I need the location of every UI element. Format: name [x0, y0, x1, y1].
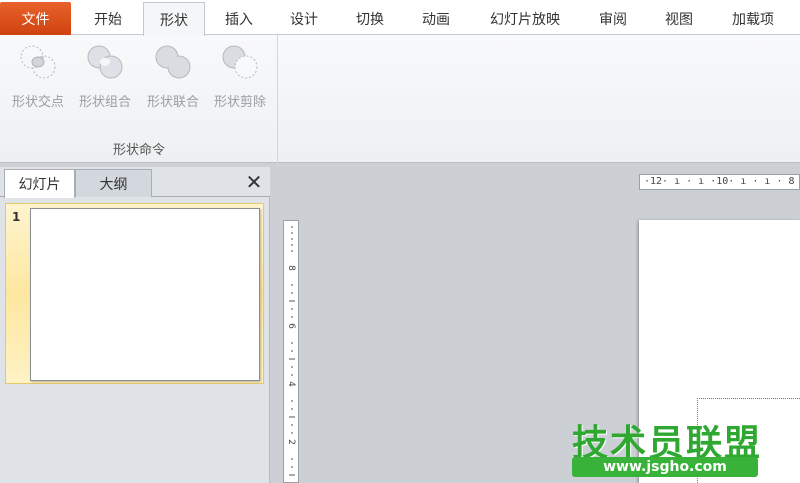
tab-addins[interactable]: 加载项 — [716, 2, 790, 35]
tab-animations[interactable]: 动画 — [405, 2, 467, 35]
ruler-mark-2: 2 — [286, 439, 296, 445]
ruler-mark-4: 4 — [286, 381, 296, 387]
shape-combine-label: 形状组合 — [78, 95, 131, 110]
tab-shapes[interactable]: 形状 — [143, 2, 205, 36]
tab-design[interactable]: 设计 — [273, 2, 335, 35]
shape-union-label: 形状联合 — [146, 95, 199, 110]
tab-insert[interactable]: 插入 — [208, 2, 270, 35]
close-panel-icon[interactable]: ✕ — [243, 171, 265, 193]
tab-slides[interactable]: 幻灯片 — [4, 169, 75, 198]
tab-file[interactable]: 文件 — [0, 2, 71, 35]
shape-commands-group: 形状交点 形状组合 形状联合 形状剪除 形状命令 — [0, 35, 278, 163]
panel-tabs: 幻灯片 大纲 ✕ — [0, 167, 270, 198]
slide-thumbnail[interactable] — [30, 208, 260, 381]
shape-combine-button[interactable]: 形状组合 — [71, 39, 139, 110]
ribbon: 形状交点 形状组合 形状联合 形状剪除 形状命令 — [0, 35, 800, 163]
group-label: 形状命令 — [112, 143, 165, 158]
tab-transitions[interactable]: 切换 — [338, 2, 402, 35]
slides-panel: 幻灯片 大纲 ✕ 1 — [0, 167, 270, 483]
vertical-ruler-ticks: 8 6 4 2 — [286, 226, 296, 476]
ribbon-tab-bar: 文件 开始 形状 插入 设计 切换 动画 幻灯片放映 审阅 视图 加载项 — [0, 0, 800, 36]
tab-outline[interactable]: 大纲 — [75, 169, 152, 197]
vertical-ruler: 8 6 4 2 — [283, 220, 299, 483]
tab-slideshow[interactable]: 幻灯片放映 — [472, 2, 578, 35]
shape-intersect-label: 形状交点 — [11, 95, 64, 110]
shape-combine-icon — [87, 45, 123, 79]
tab-home[interactable]: 开始 — [73, 2, 143, 35]
slide-number: 1 — [12, 210, 21, 224]
shape-intersect-icon — [20, 45, 56, 79]
shape-intersect-button[interactable]: 形状交点 — [4, 39, 72, 110]
shape-subtract-button[interactable]: 形状剪除 — [206, 39, 274, 110]
tab-review[interactable]: 审阅 — [582, 2, 644, 35]
shape-subtract-icon — [222, 45, 258, 79]
horizontal-ruler: ·12· ı · ı ·10· ı · ı · 8 · ı · ı — [639, 174, 800, 190]
slide-thumbnail-item[interactable]: 1 — [5, 203, 264, 384]
tab-view[interactable]: 视图 — [648, 2, 710, 35]
ruler-mark-6: 6 — [286, 323, 296, 329]
watermark-url: www.jsgho.com — [572, 457, 758, 477]
shape-subtract-label: 形状剪除 — [213, 95, 266, 110]
ruler-mark-8: 8 — [286, 265, 296, 271]
shape-union-button[interactable]: 形状联合 — [139, 39, 207, 110]
shape-union-icon — [155, 45, 191, 79]
